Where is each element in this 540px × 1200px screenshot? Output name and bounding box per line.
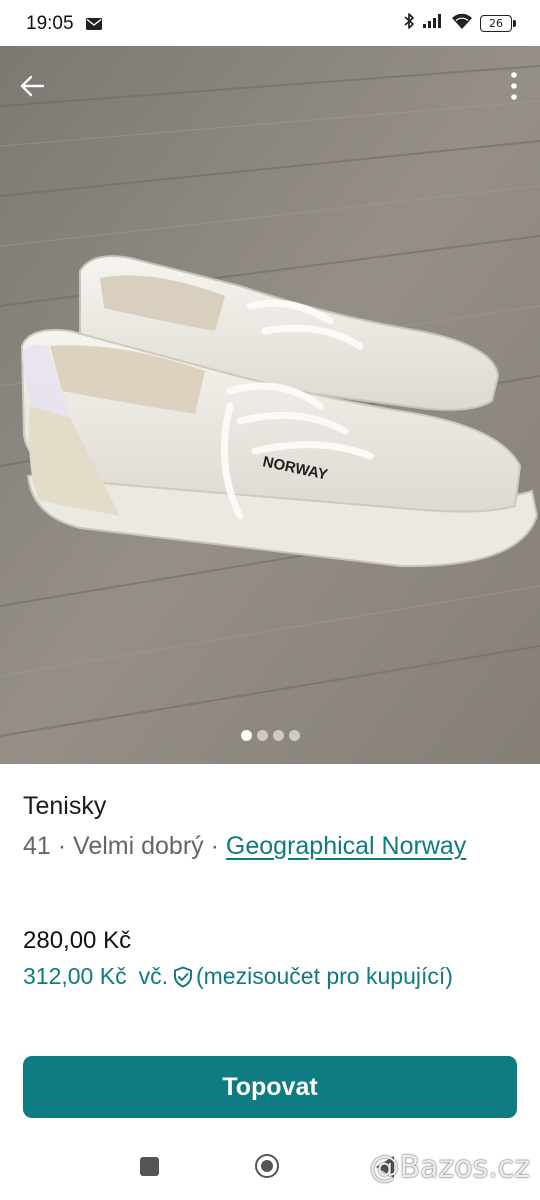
back-button[interactable] — [12, 66, 52, 106]
more-vertical-icon — [511, 72, 517, 100]
listing-size: 41 — [23, 832, 51, 860]
gallery-dot[interactable] — [256, 730, 268, 741]
arrow-left-icon — [20, 75, 45, 97]
status-time: 19:05 — [26, 13, 74, 34]
buyer-price-note: (mezisoučet pro kupující) — [195, 963, 453, 989]
more-menu-button[interactable] — [502, 66, 526, 106]
status-bar: 19:05 26 — [0, 0, 540, 46]
photo-gallery[interactable]: NORWAY — [0, 46, 540, 764]
listing-condition: Velmi dobrý — [73, 832, 204, 860]
listing-meta: 41 · Velmi dobrý · Geographical Norway — [23, 827, 493, 865]
buyer-price-suffix: vč. — [138, 963, 168, 989]
recents-button[interactable] — [140, 1157, 159, 1176]
mail-icon — [86, 17, 102, 35]
battery-icon: 26 — [480, 15, 516, 32]
signal-icon — [422, 13, 444, 34]
listing-title: Tenisky — [23, 792, 107, 820]
meta-separator: · — [57, 832, 67, 860]
gallery-dot[interactable] — [240, 730, 252, 741]
gallery-page-indicator — [0, 730, 540, 741]
home-button[interactable] — [255, 1154, 279, 1178]
shield-check-icon — [173, 966, 193, 988]
buyer-price-row[interactable]: 312,00 Kč vč. (mezisoučet pro kupující) — [23, 963, 453, 990]
brand-link[interactable]: Geographical Norway — [226, 832, 466, 860]
status-icons: 26 — [403, 12, 516, 35]
gallery-dot[interactable] — [288, 730, 300, 741]
buyer-price: 312,00 Kč — [23, 963, 127, 989]
gallery-dot[interactable] — [272, 730, 284, 741]
product-photo: NORWAY — [0, 46, 540, 764]
promote-button[interactable]: Topovat — [23, 1056, 517, 1118]
meta-separator: · — [210, 832, 219, 860]
watermark: @Bazos.cz — [369, 1150, 530, 1185]
listing-price: 280,00 Kč — [23, 927, 132, 954]
wifi-icon — [451, 12, 473, 35]
bluetooth-icon — [403, 12, 415, 35]
